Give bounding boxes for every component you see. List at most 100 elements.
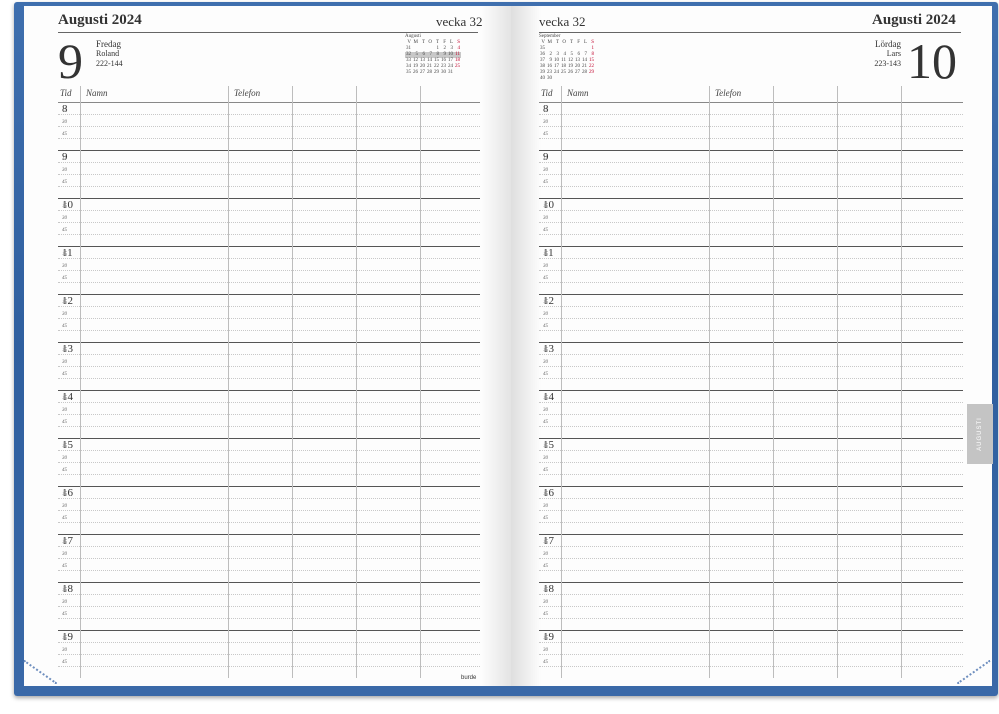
right-quarter-label: 30 [543, 264, 548, 269]
left-quarter-label: 15 [62, 540, 67, 545]
left-quarter-rule [58, 618, 480, 619]
right-mini-cal-day: 24 [554, 70, 559, 75]
left-day-number: 9 [58, 33, 83, 89]
right-mini-cal-day [560, 76, 567, 82]
left-mini-cal-day: 26 [413, 70, 418, 75]
right-week-number: vecka 32 [539, 14, 586, 29]
right-col-phone-header: Telefon [715, 88, 742, 98]
left-hour-rule [58, 390, 480, 391]
left-quarter-label: 30 [62, 168, 67, 173]
right-schedule-grid: Tid Namn Telefon 8 15 30 45 9 15 30 45 10 15 30 45 11 15… [539, 86, 963, 684]
right-quarter-rule [539, 210, 963, 211]
right-quarter-label: 45 [543, 276, 548, 281]
left-quarter-rule [58, 546, 480, 547]
left-quarter-label: 45 [62, 612, 67, 617]
right-mini-cal-week: 40 [540, 76, 545, 81]
left-quarter-label: 45 [62, 660, 67, 665]
left-quarter-label: 30 [62, 552, 67, 557]
left-mini-cal-week: 35 [406, 70, 411, 75]
left-hour-rule [58, 342, 480, 343]
right-mini-cal-day: 29 [589, 70, 594, 75]
left-quarter-rule [58, 594, 480, 595]
left-quarter-label: 30 [62, 504, 67, 509]
left-mini-calendar: Augusti V M T O T F L S 31 1 2 3 4 32 5 6 7 8 9 10 11 33 12 13 1… [405, 34, 461, 76]
right-quarter-label: 15 [543, 444, 548, 449]
left-mini-cal-day [454, 70, 461, 76]
right-quarter-rule [539, 330, 963, 331]
right-quarter-rule [539, 642, 963, 643]
left-mini-calendar-table: V M T O T F L S 31 1 2 3 4 32 5 6 7 8 9 10 11 33 12 13 14 15 16 17 1… [405, 40, 461, 76]
right-hour-rule [539, 582, 963, 583]
right-quarter-rule [539, 282, 963, 283]
right-hour-rule [539, 294, 963, 295]
right-quarter-label: 15 [543, 156, 548, 161]
left-quarter-label: 15 [62, 108, 67, 113]
left-hour-rule [58, 246, 480, 247]
right-quarter-rule [539, 306, 963, 307]
left-quarter-rule [58, 522, 480, 523]
left-quarter-rule [58, 666, 480, 667]
left-quarter-label: 30 [62, 264, 67, 269]
right-column-divider [709, 86, 710, 678]
right-quarter-rule [539, 318, 963, 319]
month-index-tab[interactable]: AUGUSTI [967, 404, 993, 464]
left-gutter-shadow [481, 6, 511, 686]
left-quarter-rule [58, 210, 480, 211]
brand-logo: burde [461, 675, 477, 681]
left-quarter-rule [58, 366, 480, 367]
left-header-rule [58, 32, 478, 33]
left-quarter-rule [58, 510, 480, 511]
right-column-divider [773, 86, 774, 678]
right-quarter-rule [539, 354, 963, 355]
left-quarter-rule [58, 354, 480, 355]
right-quarter-rule [539, 222, 963, 223]
right-mini-cal-day [574, 76, 581, 82]
right-quarter-label: 30 [543, 456, 548, 461]
left-hour-rule [58, 438, 480, 439]
right-quarter-label: 45 [543, 516, 548, 521]
right-quarter-label: 15 [543, 396, 548, 401]
right-day-count: 223-143 [874, 59, 901, 68]
right-mini-cal-day [581, 76, 588, 82]
left-column-divider [80, 86, 81, 678]
right-hour-rule [539, 246, 963, 247]
left-quarter-rule [58, 378, 480, 379]
right-quarter-label: 45 [543, 228, 548, 233]
right-quarter-rule [539, 450, 963, 451]
right-quarter-rule [539, 654, 963, 655]
right-quarter-label: 15 [543, 540, 548, 545]
left-quarter-label: 15 [62, 300, 67, 305]
left-month-year: Augusti 2024 [58, 12, 142, 28]
right-quarter-rule [539, 546, 963, 547]
right-quarter-rule [539, 474, 963, 475]
left-hour-rule [58, 198, 480, 199]
left-quarter-label: 15 [62, 492, 67, 497]
left-page: Augusti 2024 vecka 32 9 Fredag Roland 22… [24, 6, 511, 686]
left-quarter-label: 30 [62, 120, 67, 125]
left-hour-rule [58, 294, 480, 295]
right-quarter-rule [539, 618, 963, 619]
left-quarter-rule [58, 426, 480, 427]
right-quarter-label: 30 [543, 504, 548, 509]
left-quarter-label: 45 [62, 228, 67, 233]
left-quarter-rule [58, 114, 480, 115]
left-quarter-label: 15 [62, 636, 67, 641]
right-quarter-rule [539, 138, 963, 139]
right-quarter-label: 30 [543, 168, 548, 173]
right-gutter-shadow [511, 6, 541, 686]
right-quarter-rule [539, 378, 963, 379]
left-day-count: 222-144 [96, 59, 123, 68]
right-quarter-rule [539, 498, 963, 499]
left-quarter-rule [58, 402, 480, 403]
right-quarter-rule [539, 174, 963, 175]
right-quarter-rule [539, 606, 963, 607]
left-quarter-label: 15 [62, 444, 67, 449]
right-quarter-label: 45 [543, 324, 548, 329]
left-quarter-rule [58, 306, 480, 307]
left-quarter-rule [58, 282, 480, 283]
right-quarter-label: 15 [543, 252, 548, 257]
right-column-divider [901, 86, 902, 678]
left-quarter-rule [58, 462, 480, 463]
right-mini-cal-day [553, 76, 560, 82]
left-quarter-rule [58, 606, 480, 607]
